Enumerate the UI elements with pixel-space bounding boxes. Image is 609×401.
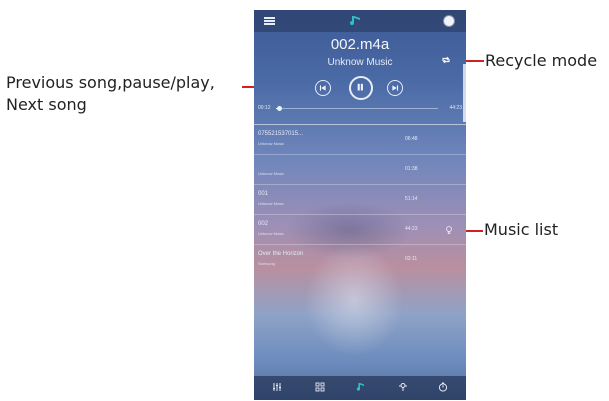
app-logo-icon [350, 16, 360, 25]
play-pause-button[interactable] [349, 76, 373, 100]
now-playing-icon [446, 226, 452, 234]
previous-button[interactable] [315, 80, 331, 96]
list-item[interactable]: 075521537015... Unknow Music 06:48 [254, 125, 466, 155]
equalizer-icon[interactable] [272, 382, 282, 392]
artist-name: Unknow Music [327, 57, 393, 68]
track-title: 075521537015... [258, 131, 304, 137]
annotation-recycle-mode: Recycle mode [485, 51, 598, 70]
track-duration: 06:48 [405, 136, 418, 142]
track-artist: Unknow Music [258, 231, 285, 236]
track-title: 002 [258, 221, 269, 227]
next-button[interactable] [387, 80, 403, 96]
track-artist: Unknow Music [258, 141, 285, 146]
podcast-icon[interactable] [398, 382, 408, 392]
annotation-prev-pause-next: Previous song,pause/play, Next song [6, 73, 215, 114]
list-item[interactable]: Over the Horizon Samsung 03:11 [254, 245, 466, 275]
scrollbar[interactable] [463, 64, 466, 122]
track-artist: Unknow Music [258, 171, 285, 176]
track-duration: 51:14 [405, 196, 418, 202]
track-duration: 01:38 [405, 166, 418, 172]
music-icon[interactable] [356, 382, 366, 392]
progress-handle[interactable] [277, 106, 283, 111]
track-duration: 03:11 [405, 256, 418, 262]
settings-icon[interactable] [444, 16, 454, 26]
time-total: 44:23 [449, 105, 462, 111]
grid-icon[interactable] [315, 382, 325, 392]
list-item[interactable]: 002 Unknow Music 44:23 [254, 215, 466, 245]
previous-icon [319, 85, 326, 91]
timer-icon[interactable] [438, 382, 448, 392]
top-bar [254, 10, 466, 32]
music-player-screen: 002.m4a Unknow Music 00:12 44:23 0755215… [254, 10, 466, 400]
time-elapsed: 00:12 [258, 105, 271, 111]
next-icon [392, 85, 399, 91]
track-artist: Samsung [258, 261, 275, 266]
progress-bar[interactable] [276, 106, 438, 111]
song-title: 002.m4a [330, 36, 390, 53]
track-artist: Unknow Music [258, 201, 285, 206]
annotation-music-list: Music list [484, 220, 559, 239]
recycle-mode-icon[interactable] [441, 55, 451, 65]
list-item[interactable]: 001 Unknow Music 51:14 [254, 185, 466, 215]
menu-icon[interactable] [264, 17, 275, 25]
pause-icon [357, 83, 363, 91]
list-item[interactable]: Unknow Music 01:38 [254, 155, 466, 185]
track-duration: 44:23 [405, 226, 418, 232]
track-title: 001 [258, 191, 269, 197]
track-title: Over the Horizon [258, 251, 304, 257]
bottom-nav-bar [254, 376, 466, 400]
